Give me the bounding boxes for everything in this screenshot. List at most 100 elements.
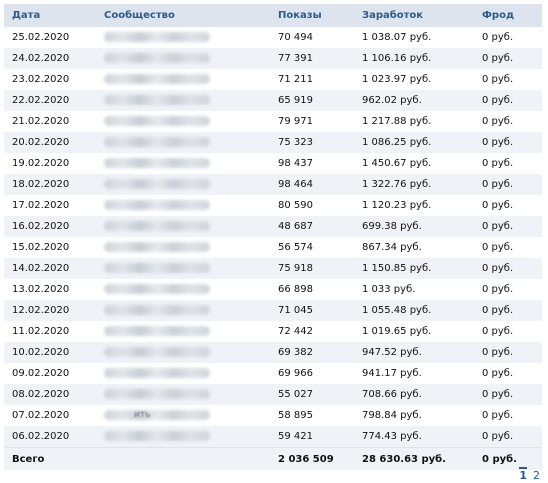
views-cell: 77 391 bbox=[270, 48, 354, 69]
table-row: 16.02.2020 48 687 699.38 руб. 0 руб. bbox=[4, 216, 542, 237]
date-cell: 13.02.2020 bbox=[4, 279, 96, 300]
date-cell: 15.02.2020 bbox=[4, 237, 96, 258]
community-cell[interactable] bbox=[96, 69, 270, 90]
community-cell[interactable] bbox=[96, 111, 270, 132]
table-body: 25.02.2020 70 494 1 038.07 руб. 0 руб. 24.02… bbox=[4, 27, 542, 448]
views-cell: 48 687 bbox=[270, 216, 354, 237]
total-row: Всего 2 036 509 28 630.63 руб. 0 руб. bbox=[4, 447, 542, 470]
community-name-redacted bbox=[104, 284, 210, 294]
date-cell: 08.02.2020 bbox=[4, 384, 96, 405]
fraud-cell: 0 руб. bbox=[474, 405, 542, 426]
views-cell: 72 442 bbox=[270, 321, 354, 342]
earnings-cell: 798.84 руб. bbox=[354, 405, 474, 426]
views-cell: 71 045 bbox=[270, 300, 354, 321]
date-cell: 16.02.2020 bbox=[4, 216, 96, 237]
earnings-cell: 1 322.76 руб. bbox=[354, 174, 474, 195]
community-cell[interactable] bbox=[96, 384, 270, 405]
column-header-views[interactable]: Показы bbox=[270, 4, 354, 27]
fraud-cell: 0 руб. bbox=[474, 363, 542, 384]
fraud-cell: 0 руб. bbox=[474, 300, 542, 321]
date-cell: 21.02.2020 bbox=[4, 111, 96, 132]
community-cell[interactable] bbox=[96, 237, 270, 258]
table-row: 12.02.2020 71 045 1 055.48 руб. 0 руб. bbox=[4, 300, 542, 321]
views-cell: 75 323 bbox=[270, 132, 354, 153]
table-row: 11.02.2020 72 442 1 019.65 руб. 0 руб. bbox=[4, 321, 542, 342]
views-cell: 58 895 bbox=[270, 405, 354, 426]
fraud-cell: 0 руб. bbox=[474, 384, 542, 405]
community-cell[interactable] bbox=[96, 195, 270, 216]
views-cell: 75 918 bbox=[270, 258, 354, 279]
fraud-cell: 0 руб. bbox=[474, 321, 542, 342]
date-cell: 07.02.2020 bbox=[4, 405, 96, 426]
community-cell[interactable] bbox=[96, 321, 270, 342]
views-cell: 59 421 bbox=[270, 426, 354, 448]
community-cell[interactable] bbox=[96, 90, 270, 111]
earnings-table: Дата Сообщество Показы Заработок Фрод 25… bbox=[4, 4, 542, 470]
date-cell: 17.02.2020 bbox=[4, 195, 96, 216]
fraud-cell: 0 руб. bbox=[474, 174, 542, 195]
earnings-cell: 1 019.65 руб. bbox=[354, 321, 474, 342]
earnings-cell: 867.34 руб. bbox=[354, 237, 474, 258]
table-row: 20.02.2020 75 323 1 086.25 руб. 0 руб. bbox=[4, 132, 542, 153]
column-header-date[interactable]: Дата bbox=[4, 4, 96, 27]
community-name-redacted bbox=[104, 53, 210, 63]
table-row: 13.02.2020 66 898 1 033 руб. 0 руб. bbox=[4, 279, 542, 300]
views-cell: 98 437 bbox=[270, 153, 354, 174]
community-name-redacted bbox=[104, 389, 210, 399]
views-cell: 56 574 bbox=[270, 237, 354, 258]
community-cell[interactable] bbox=[96, 132, 270, 153]
column-header-community[interactable]: Сообщество bbox=[96, 4, 270, 27]
views-cell: 98 464 bbox=[270, 174, 354, 195]
column-header-earnings[interactable]: Заработок bbox=[354, 4, 474, 27]
header-row: Дата Сообщество Показы Заработок Фрод bbox=[4, 4, 542, 27]
fraud-cell: 0 руб. bbox=[474, 90, 542, 111]
community-name-redacted bbox=[104, 95, 210, 105]
earnings-cell: 1 106.16 руб. bbox=[354, 48, 474, 69]
fraud-cell: 0 руб. bbox=[474, 132, 542, 153]
table-row: 08.02.2020 55 027 708.66 руб. 0 руб. bbox=[4, 384, 542, 405]
community-cell[interactable] bbox=[96, 216, 270, 237]
page-link-2[interactable]: 2 bbox=[533, 470, 540, 482]
views-cell: 65 919 bbox=[270, 90, 354, 111]
total-community-cell bbox=[96, 447, 270, 470]
column-header-fraud[interactable]: Фрод bbox=[474, 4, 542, 27]
community-cell[interactable]: ить bbox=[96, 405, 270, 426]
community-cell[interactable] bbox=[96, 153, 270, 174]
community-cell[interactable] bbox=[96, 258, 270, 279]
earnings-cell: 1 023.97 руб. bbox=[354, 69, 474, 90]
fraud-cell: 0 руб. bbox=[474, 195, 542, 216]
community-name-redacted bbox=[104, 368, 210, 378]
community-cell[interactable] bbox=[96, 48, 270, 69]
community-cell[interactable] bbox=[96, 174, 270, 195]
community-cell[interactable] bbox=[96, 300, 270, 321]
community-cell[interactable] bbox=[96, 426, 270, 448]
date-cell: 23.02.2020 bbox=[4, 69, 96, 90]
community-cell[interactable] bbox=[96, 27, 270, 48]
total-earnings: 28 630.63 руб. bbox=[354, 447, 474, 470]
community-name-redacted bbox=[104, 32, 210, 42]
table-row: 10.02.2020 69 382 947.52 руб. 0 руб. bbox=[4, 342, 542, 363]
community-cell[interactable] bbox=[96, 279, 270, 300]
date-cell: 19.02.2020 bbox=[4, 153, 96, 174]
views-cell: 71 211 bbox=[270, 69, 354, 90]
date-cell: 25.02.2020 bbox=[4, 27, 96, 48]
table-row: 22.02.2020 65 919 962.02 руб. 0 руб. bbox=[4, 90, 542, 111]
total-label: Всего bbox=[4, 447, 96, 470]
community-cell[interactable] bbox=[96, 342, 270, 363]
earnings-cell: 699.38 руб. bbox=[354, 216, 474, 237]
fraud-cell: 0 руб. bbox=[474, 111, 542, 132]
date-cell: 14.02.2020 bbox=[4, 258, 96, 279]
table-row: 19.02.2020 98 437 1 450.67 руб. 0 руб. bbox=[4, 153, 542, 174]
table-row: 17.02.2020 80 590 1 120.23 руб. 0 руб. bbox=[4, 195, 542, 216]
community-cell[interactable] bbox=[96, 363, 270, 384]
earnings-cell: 1 150.85 руб. bbox=[354, 258, 474, 279]
community-name-redacted bbox=[104, 74, 210, 84]
community-name-redacted bbox=[104, 158, 210, 168]
community-name-redacted bbox=[104, 179, 210, 189]
page-link-1[interactable]: 1 bbox=[519, 467, 527, 482]
date-cell: 24.02.2020 bbox=[4, 48, 96, 69]
date-cell: 09.02.2020 bbox=[4, 363, 96, 384]
earnings-cell: 1 033 руб. bbox=[354, 279, 474, 300]
community-name-redacted bbox=[104, 221, 210, 231]
fraud-cell: 0 руб. bbox=[474, 153, 542, 174]
